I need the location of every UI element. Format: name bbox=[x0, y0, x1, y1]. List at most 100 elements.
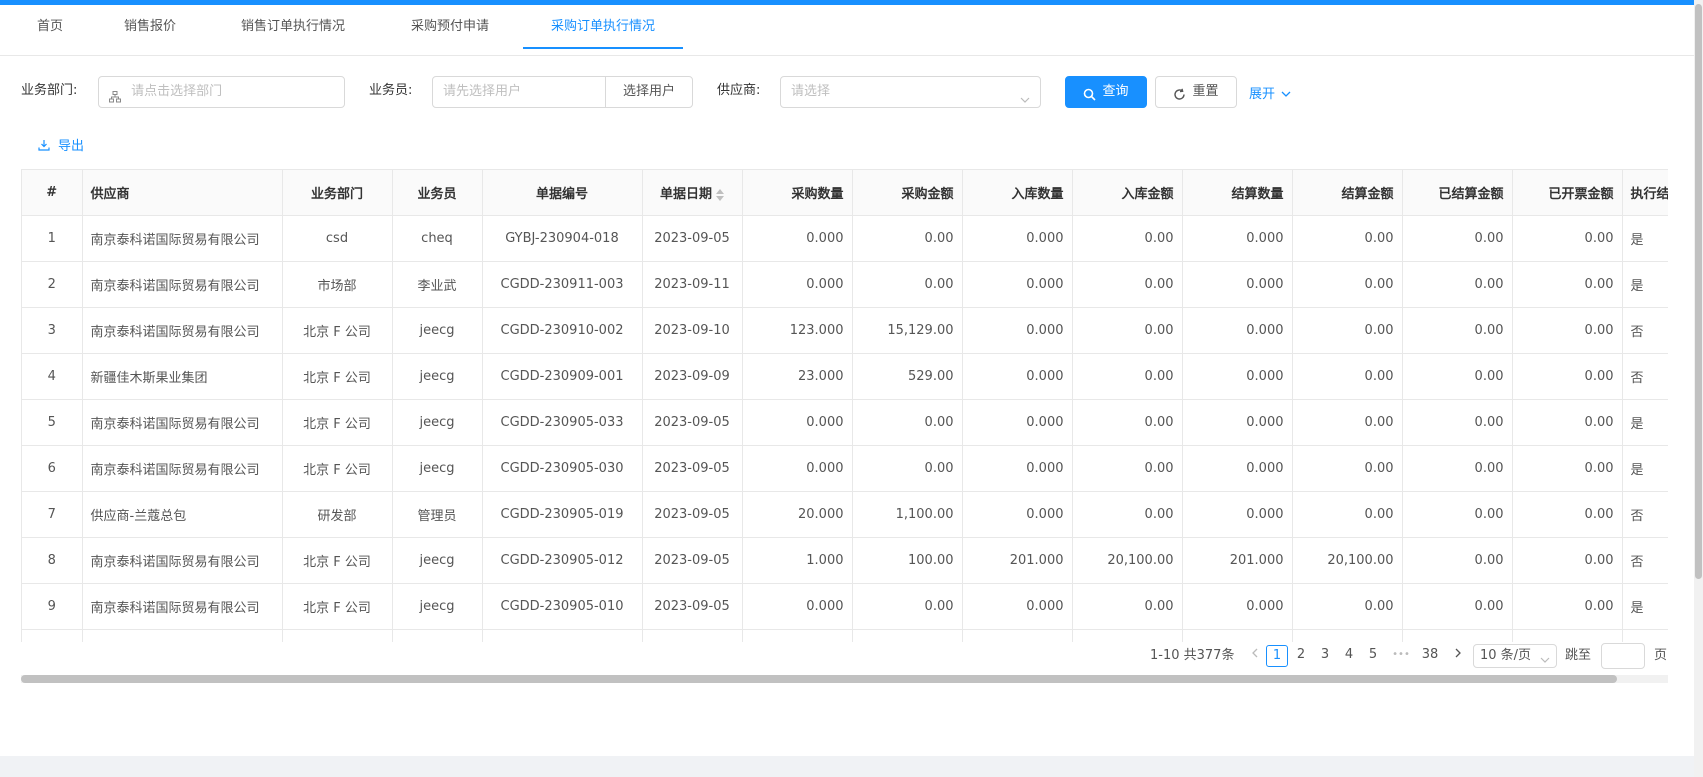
table-row[interactable]: 5 南京泰科诺国际贸易有限公司 北京 F 公司 jeecg CGDD-230905-03… bbox=[22, 399, 1668, 446]
chevron-down-icon bbox=[1281, 88, 1291, 98]
executed-cell: 否 bbox=[1622, 307, 1668, 354]
row-index: 1 bbox=[22, 215, 83, 262]
table-row[interactable]: 1 南京泰科诺国际贸易有限公司 csd cheq GYBJ-230904-018 2023… bbox=[22, 215, 1668, 262]
table-row[interactable]: 6 南京泰科诺国际贸易有限公司 北京 F 公司 jeecg CGDD-230905-03… bbox=[22, 445, 1668, 492]
next-page-button[interactable] bbox=[1447, 645, 1469, 667]
settled-amount-cell: 0.00 bbox=[1402, 537, 1513, 584]
reload-icon bbox=[1173, 83, 1186, 100]
col-header-purchase-amount: 采购金额 bbox=[852, 169, 963, 216]
dept-cell: 北京 F 公司 bbox=[282, 445, 393, 492]
table-row[interactable]: 4 新疆佳木斯果业集团 北京 F 公司 jeecg CGDD-230909-001 202… bbox=[22, 353, 1668, 400]
dept-cell: 北京 F 公司 bbox=[282, 307, 393, 354]
executed-cell: 是 bbox=[1622, 261, 1668, 308]
table-row[interactable]: 10南京泰科诺国际贸易有限公司北京 F 公司jeecgCGDD-230905-0… bbox=[22, 629, 1668, 642]
invoiced-amount-cell: 0.00 bbox=[1512, 307, 1623, 354]
table-header-row: # 供应商 业务部门 业务员 单据编号 单据日期 采购数量 采购金额 入库数量 … bbox=[22, 169, 1668, 216]
row-index: 8 bbox=[22, 537, 83, 584]
doc-date-cell: 2023-09-10 bbox=[642, 307, 743, 354]
sort-icon[interactable] bbox=[716, 188, 724, 202]
instock-qty-cell: 0.000 bbox=[962, 307, 1073, 354]
table-row[interactable]: 3 南京泰科诺国际贸易有限公司 北京 F 公司 jeecg CGDD-230910-00… bbox=[22, 307, 1668, 354]
purchase-amount-cell: 0.00 bbox=[852, 583, 963, 630]
dept-select-input[interactable]: 请点击选择部门 bbox=[98, 76, 345, 108]
supplier-cell: 南京泰科诺国际贸易有限公司 bbox=[82, 399, 283, 446]
instock-qty-cell: 0.000 bbox=[962, 261, 1073, 308]
doc-no-cell: GYBJ-230904-018 bbox=[482, 215, 643, 262]
page-38[interactable]: 38 bbox=[1419, 645, 1441, 667]
select-user-button[interactable]: 选择用户 bbox=[605, 76, 693, 108]
instock-qty-cell: 201.000 bbox=[962, 537, 1073, 584]
prev-page-button[interactable] bbox=[1244, 645, 1266, 667]
chevron-right-icon bbox=[1455, 648, 1461, 658]
settle-amount-cell: 0.00 bbox=[1292, 261, 1403, 308]
table-row[interactable]: 2 南京泰科诺国际贸易有限公司 市场部 李业武 CGDD-230911-003 2023-… bbox=[22, 261, 1668, 308]
purchase-order-table: # 供应商 业务部门 业务员 单据编号 单据日期 采购数量 采购金额 入库数量 … bbox=[21, 169, 1668, 642]
col-header-salesman: 业务员 bbox=[392, 169, 483, 216]
purchase-qty-cell: 0.000 bbox=[742, 445, 853, 492]
purchase-amount-cell: 0.00 bbox=[852, 261, 963, 308]
jump-page-input[interactable] bbox=[1601, 643, 1645, 669]
instock-qty-cell: 0.000 bbox=[962, 629, 1073, 642]
page-1[interactable]: 1 bbox=[1266, 645, 1288, 667]
settle-qty-cell: 0.000 bbox=[1182, 307, 1293, 354]
horizontal-scrollbar[interactable] bbox=[21, 675, 1668, 683]
settle-amount-cell: 0.00 bbox=[1292, 353, 1403, 400]
tab-home[interactable]: 首页 bbox=[24, 5, 76, 49]
export-button[interactable]: 导出 bbox=[38, 135, 84, 154]
supplier-cell: 供应商-兰蔻总包 bbox=[82, 491, 283, 538]
tab-purchase-order-execution[interactable]: 采购订单执行情况 bbox=[523, 5, 683, 49]
scrollbar-thumb[interactable] bbox=[1695, 4, 1702, 579]
settled-amount-cell: 0.00 bbox=[1402, 629, 1513, 642]
expand-filters-link[interactable]: 展开 bbox=[1249, 83, 1291, 102]
settle-amount-cell: 0.00 bbox=[1292, 491, 1403, 538]
reset-button[interactable]: 重置 bbox=[1155, 76, 1237, 108]
page-4[interactable]: 4 bbox=[1338, 645, 1360, 667]
instock-amount-cell: 0.00 bbox=[1072, 445, 1183, 492]
tab-purchase-prepay[interactable]: 采购预付申请 bbox=[398, 5, 502, 49]
supplier-cell: 南京泰科诺国际贸易有限公司 bbox=[82, 445, 283, 492]
doc-date-cell: 2023-09-05 bbox=[642, 583, 743, 630]
table-row[interactable]: 7 供应商-兰蔻总包 研发部 管理员 CGDD-230905-019 2023-09-05… bbox=[22, 491, 1668, 538]
page-3[interactable]: 3 bbox=[1314, 645, 1336, 667]
settled-amount-cell: 0.00 bbox=[1402, 399, 1513, 446]
row-index: 4 bbox=[22, 353, 83, 400]
settle-qty-cell: 0.000 bbox=[1182, 445, 1293, 492]
salesman-cell: jeecg bbox=[392, 307, 483, 354]
table-row[interactable]: 9 南京泰科诺国际贸易有限公司 北京 F 公司 jeecg CGDD-230905-01… bbox=[22, 583, 1668, 630]
salesman-cell: jeecg bbox=[392, 537, 483, 584]
purchase-qty-cell: 0.000 bbox=[742, 261, 853, 308]
page-size-select[interactable]: 10 条/页 bbox=[1473, 644, 1557, 668]
page-ellipsis[interactable]: ••• bbox=[1390, 645, 1412, 667]
doc-date-cell: 2023-09-05 bbox=[642, 537, 743, 584]
page-5[interactable]: 5 bbox=[1362, 645, 1384, 667]
settle-qty-cell: 0.000 bbox=[1182, 261, 1293, 308]
table-row[interactable]: 8 南京泰科诺国际贸易有限公司 北京 F 公司 jeecg CGDD-230905-01… bbox=[22, 537, 1668, 584]
col-header-invoiced-amount: 已开票金额 bbox=[1512, 169, 1623, 216]
settle-amount-cell: 20,100.00 bbox=[1292, 537, 1403, 584]
vertical-scrollbar[interactable] bbox=[1694, 0, 1703, 777]
scrollbar-thumb[interactable] bbox=[21, 675, 1617, 683]
dept-cell: csd bbox=[282, 215, 393, 262]
doc-no-cell: CGDD-230905-012 bbox=[482, 537, 643, 584]
main-content: 业务部门: 请点击选择部门 业务员: 请先选择用户 选择用户 供应商: 请选择 … bbox=[0, 56, 1694, 756]
row-index: 10 bbox=[22, 629, 83, 642]
salesman-cell: cheq bbox=[392, 215, 483, 262]
supplier-select[interactable]: 请选择 bbox=[780, 76, 1041, 108]
salesman-cell: jeecg bbox=[392, 353, 483, 400]
doc-no-cell: CGDD-230905-010 bbox=[482, 583, 643, 630]
user-input[interactable]: 请先选择用户 bbox=[432, 76, 606, 108]
query-button[interactable]: 查询 bbox=[1065, 76, 1147, 108]
instock-amount-cell: 0.00 bbox=[1072, 261, 1183, 308]
download-icon bbox=[38, 139, 50, 151]
col-header-doc-date[interactable]: 单据日期 bbox=[642, 169, 743, 216]
purchase-qty-cell: 0.000 bbox=[742, 583, 853, 630]
doc-no-cell: CGDD-230905-006 bbox=[482, 629, 643, 642]
purchase-amount-cell: 100.00 bbox=[852, 537, 963, 584]
settled-amount-cell: 0.00 bbox=[1402, 491, 1513, 538]
row-index: 2 bbox=[22, 261, 83, 308]
page-2[interactable]: 2 bbox=[1290, 645, 1312, 667]
settle-qty-cell: 0.000 bbox=[1182, 491, 1293, 538]
col-header-index: # bbox=[22, 169, 83, 216]
tab-sales-quote[interactable]: 销售报价 bbox=[112, 5, 188, 49]
tab-sales-order-execution[interactable]: 销售订单执行情况 bbox=[228, 5, 358, 49]
